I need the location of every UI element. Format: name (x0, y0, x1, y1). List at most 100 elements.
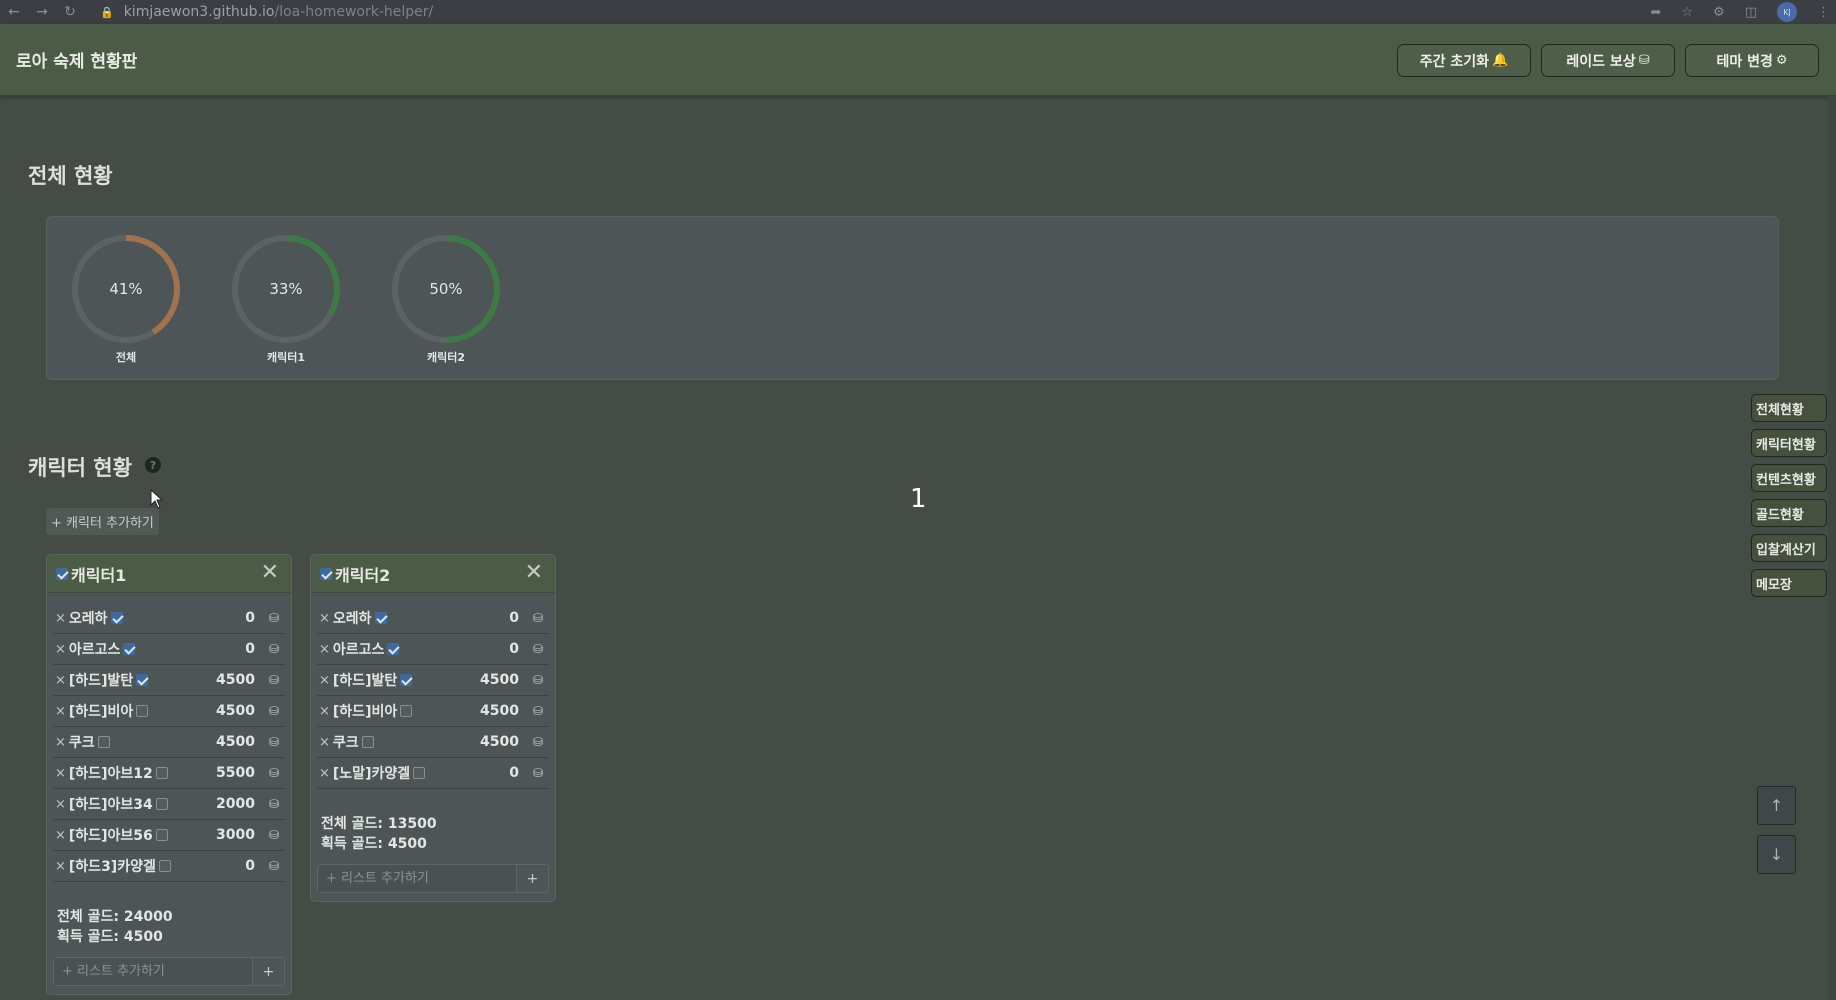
raid-reward-button[interactable]: 레이드 보상 ⛁ (1541, 44, 1675, 77)
lock-icon: 🔒 (100, 5, 114, 19)
raid-list: × 오레하 0 ⛁ × 아르고스 0 ⛁ × [하드]발탄 4500 ⛁ × [하드]비아 4500 ⛁… (311, 593, 555, 789)
close-icon[interactable]: ✕ (525, 562, 543, 584)
nav-memo[interactable]: 메모장 (1751, 569, 1827, 597)
nav-contents[interactable]: 컨텐츠현황 (1751, 464, 1827, 492)
add-list-input[interactable] (54, 958, 252, 985)
reload-icon[interactable]: ↻ (56, 4, 84, 20)
cursor-icon (150, 489, 164, 509)
delete-icon[interactable]: × (319, 704, 330, 719)
add-list-input[interactable] (318, 865, 516, 892)
overview-title: 전체 현황 (28, 164, 113, 188)
add-list-group: + (53, 957, 285, 986)
add-list-button[interactable]: + (252, 958, 284, 985)
extensions-icon[interactable]: ⚙ (1713, 5, 1725, 20)
nav-overview[interactable]: 전체현황 (1751, 394, 1827, 422)
donut-label: 전체 (115, 351, 137, 364)
arrow-down-icon: ↓ (1769, 845, 1784, 864)
delete-icon[interactable]: × (55, 735, 66, 750)
character-card-1: 캐릭터1 ✕ × 오레하 0 ⛁ × 아르고스 0 ⛁ × [하드]발탄 4500 ⛁ × [하드]… (46, 554, 292, 995)
raid-checkbox[interactable] (361, 736, 374, 748)
character-checkbox[interactable] (56, 567, 68, 580)
raid-checkbox[interactable] (413, 767, 426, 779)
raid-checkbox[interactable] (110, 612, 123, 624)
delete-icon[interactable]: × (319, 673, 330, 688)
nav-gold[interactable]: 골드현황 (1751, 499, 1827, 527)
card-header: 캐릭터2 ✕ (311, 555, 555, 593)
raid-row: × [하드]발탄 4500 ⛁ (53, 665, 285, 696)
weekly-reset-button[interactable]: 주간 초기화 🔔 (1397, 44, 1531, 77)
raid-list: × 오레하 0 ⛁ × 아르고스 0 ⛁ × [하드]발탄 4500 ⛁ × [하드]비아 4500 ⛁… (47, 593, 291, 882)
character-name: 캐릭터1 (71, 565, 127, 585)
delete-icon[interactable]: × (319, 766, 330, 781)
coins-icon: ⛁ (1638, 53, 1650, 68)
card-header: 캐릭터1 ✕ (47, 555, 291, 593)
raid-checkbox[interactable] (123, 643, 136, 655)
add-list-button[interactable]: + (516, 865, 548, 892)
address-bar[interactable]: 🔒 kimjaewon3.github.io/loa-homework-help… (100, 4, 433, 20)
total-gold: 전체 골드: 13500 (321, 816, 437, 832)
donut-percent: 41% (109, 280, 142, 298)
scrollbar-track[interactable] (1828, 96, 1836, 1000)
gold-icon: ⛁ (532, 704, 543, 718)
delete-icon[interactable]: × (55, 766, 66, 781)
raid-checkbox[interactable] (155, 829, 168, 841)
more-icon[interactable]: ⋮ (1817, 5, 1830, 20)
raid-row: × 아르고스 0 ⛁ (53, 634, 285, 665)
gold-icon: ⛁ (268, 766, 279, 780)
character-section-title: 캐릭터 현황 (28, 456, 132, 480)
delete-icon[interactable]: × (55, 673, 66, 688)
earned-gold: 획득 골드: 4500 (321, 836, 427, 852)
raid-checkbox[interactable] (374, 612, 387, 624)
delete-icon[interactable]: × (319, 735, 330, 750)
donut-chart: 41% (72, 235, 180, 343)
delete-icon[interactable]: × (55, 797, 66, 812)
raid-checkbox[interactable] (136, 705, 149, 717)
gold-icon: ⛁ (268, 828, 279, 842)
raid-checkbox[interactable] (155, 767, 168, 779)
raid-checkbox[interactable] (155, 798, 168, 810)
delete-icon[interactable]: × (319, 611, 330, 626)
raid-checkbox[interactable] (97, 736, 110, 748)
url-text: kimjaewon3.github.io/loa-homework-helper… (123, 4, 434, 20)
donut-percent: 33% (269, 280, 302, 298)
delete-icon[interactable]: × (55, 704, 66, 719)
overlay-number: 1 (910, 484, 927, 514)
forward-icon[interactable]: → (28, 4, 56, 20)
delete-icon[interactable]: × (319, 642, 330, 657)
raid-checkbox[interactable] (400, 705, 413, 717)
raid-row: × 아르고스 0 ⛁ (317, 634, 549, 665)
character-checkbox[interactable] (320, 567, 332, 580)
profile-avatar[interactable]: KJ (1777, 2, 1797, 22)
theme-change-button[interactable]: 테마 변경 ⚙ (1685, 44, 1819, 77)
nav-bid-calculator[interactable]: 입찰계산기 (1751, 534, 1827, 562)
raid-row: × 쿠크 4500 ⛁ (317, 727, 549, 758)
delete-icon[interactable]: × (55, 611, 66, 626)
scroll-down-button[interactable]: ↓ (1757, 835, 1796, 874)
character-name: 캐릭터2 (335, 565, 391, 585)
gold-icon: ⛁ (532, 735, 543, 749)
delete-icon[interactable]: × (55, 859, 66, 874)
gold-icon: ⛁ (268, 611, 279, 625)
browser-actions: ➦ ☆ ⚙ ◫ KJ ⋮ (1650, 0, 1830, 24)
raid-checkbox[interactable] (400, 674, 413, 686)
star-icon[interactable]: ☆ (1681, 5, 1693, 20)
raid-checkbox[interactable] (136, 674, 149, 686)
help-icon[interactable]: ? (145, 457, 161, 473)
raid-checkbox[interactable] (158, 860, 171, 872)
gold-icon: ⛁ (532, 673, 543, 687)
share-icon[interactable]: ➦ (1650, 5, 1661, 20)
nav-characters[interactable]: 캐릭터현황 (1751, 429, 1827, 457)
raid-row: × [하드]비아 4500 ⛁ (317, 696, 549, 727)
add-character-button[interactable]: + 캐릭터 추가하기 (46, 508, 159, 535)
sidebar-icon[interactable]: ◫ (1745, 5, 1757, 20)
delete-icon[interactable]: × (55, 642, 66, 657)
delete-icon[interactable]: × (55, 828, 66, 843)
raid-row: × [하드]아브12 5500 ⛁ (53, 758, 285, 789)
back-icon[interactable]: ← (0, 4, 28, 20)
close-icon[interactable]: ✕ (261, 562, 279, 584)
donut-percent: 50% (429, 280, 462, 298)
scroll-up-button[interactable]: ↑ (1757, 786, 1796, 825)
raid-checkbox[interactable] (387, 643, 400, 655)
gold-icon: ⛁ (532, 642, 543, 656)
browser-toolbar: ← → ↻ 🔒 kimjaewon3.github.io/loa-homewor… (0, 0, 1836, 24)
